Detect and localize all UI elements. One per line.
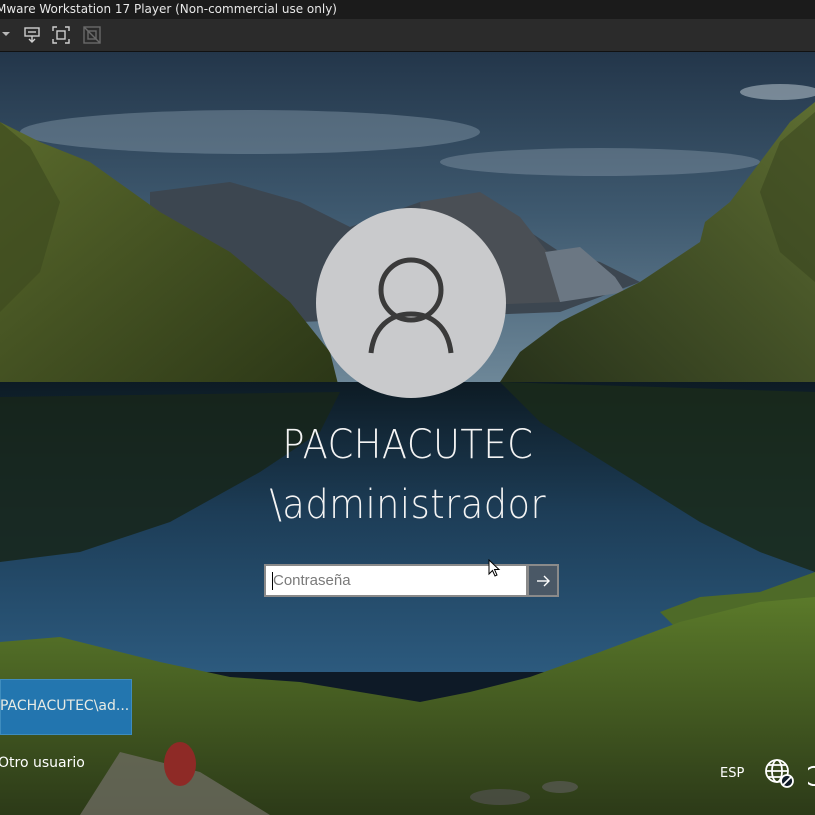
- user-avatar-icon: [368, 257, 454, 354]
- submit-arrow-icon: [537, 575, 550, 587]
- submit-button[interactable]: [527, 564, 559, 597]
- vm-window-titlebar: Mware Workstation 17 Player (Non-commerc…: [0, 0, 815, 19]
- network-icon[interactable]: [763, 757, 795, 789]
- text-caret: [272, 572, 273, 590]
- fullscreen-icon[interactable]: [50, 24, 72, 46]
- language-indicator[interactable]: ESP: [720, 766, 744, 781]
- user-tile-label: PACHACUTEC\ad...: [0, 698, 130, 714]
- account-domain: PACHACUTEC: [282, 422, 534, 468]
- power-icon[interactable]: [808, 762, 815, 786]
- other-user-tile[interactable]: Otro usuario: [0, 755, 85, 771]
- unity-icon: [81, 24, 103, 46]
- window-title: Mware Workstation 17 Player (Non-commerc…: [0, 2, 337, 16]
- send-ctrl-alt-del-icon[interactable]: [21, 24, 43, 46]
- mouse-pointer-icon: [488, 559, 501, 577]
- password-input[interactable]: [266, 566, 523, 595]
- account-username: \administrador: [269, 482, 547, 528]
- user-avatar: [316, 208, 506, 398]
- vm-toolbar: [0, 19, 815, 52]
- player-menu-dropdown-icon[interactable]: [2, 32, 10, 36]
- user-tile-selected[interactable]: PACHACUTEC\ad...: [0, 679, 132, 735]
- windows-signin-screen: PACHACUTEC \administrador PACHACUTEC\ad.…: [0, 52, 815, 815]
